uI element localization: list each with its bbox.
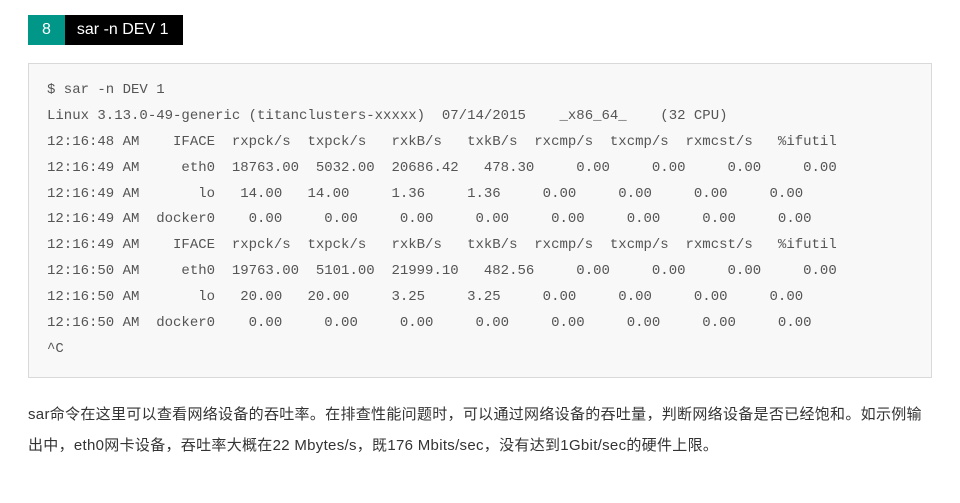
code-data-row: 12:16:50 AM lo 20.00 20.00 3.25 3.25 0.0… <box>47 289 803 305</box>
code-data-row: 12:16:49 AM lo 14.00 14.00 1.36 1.36 0.0… <box>47 186 803 202</box>
section-number: 8 <box>28 15 65 45</box>
code-data-row: 12:16:50 AM eth0 19763.00 5101.00 21999.… <box>47 263 837 279</box>
section-title: sar -n DEV 1 <box>65 15 183 45</box>
code-sysline: Linux 3.13.0-49-generic (titanclusters-x… <box>47 108 728 124</box>
code-data-row: 12:16:49 AM eth0 18763.00 5032.00 20686.… <box>47 160 837 176</box>
code-interrupt: ^C <box>47 341 64 357</box>
code-data-row: 12:16:50 AM docker0 0.00 0.00 0.00 0.00 … <box>47 315 812 331</box>
code-data-row: 12:16:49 AM docker0 0.00 0.00 0.00 0.00 … <box>47 211 812 227</box>
code-header-row: 12:16:48 AM IFACE rxpck/s txpck/s rxkB/s… <box>47 134 837 150</box>
code-block: $ sar -n DEV 1 Linux 3.13.0-49-generic (… <box>28 63 932 378</box>
code-header-row: 12:16:49 AM IFACE rxpck/s txpck/s rxkB/s… <box>47 237 837 253</box>
section-header: 8 sar -n DEV 1 <box>28 15 183 45</box>
explanation-paragraph: sar命令在这里可以查看网络设备的吞吐率。在排查性能问题时，可以通过网络设备的吞… <box>28 400 932 462</box>
code-prompt: $ sar -n DEV 1 <box>47 82 165 98</box>
